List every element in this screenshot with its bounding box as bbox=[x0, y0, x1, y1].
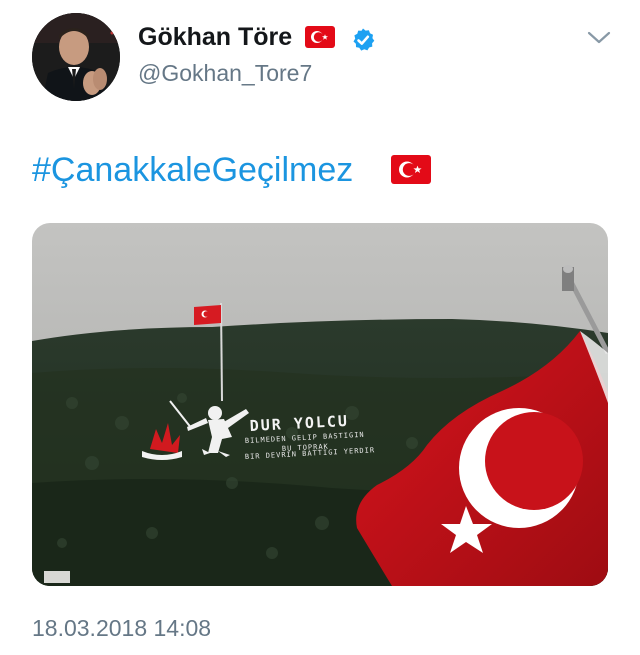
avatar[interactable] bbox=[32, 13, 120, 101]
turkey-flag-icon bbox=[391, 155, 431, 189]
verified-badge-icon bbox=[350, 27, 376, 58]
avatar-image bbox=[32, 13, 120, 101]
chevron-down-icon[interactable] bbox=[586, 30, 612, 51]
author-display-name[interactable]: Gökhan Töre bbox=[138, 22, 292, 52]
tweet-hashtag-link[interactable]: #ÇanakkaleGeçilmez bbox=[32, 150, 353, 190]
author-handle[interactable]: @Gokhan_Tore7 bbox=[138, 59, 312, 87]
tweet-media-photo[interactable]: DUR YOLCU BILMEDEN GELIP BASTIGIN BU TOP… bbox=[32, 223, 608, 586]
canakkale-hillside-image: DUR YOLCU BILMEDEN GELIP BASTIGIN BU TOP… bbox=[32, 223, 608, 586]
turkey-flag-icon bbox=[305, 26, 335, 53]
tweet-timestamp[interactable]: 18.03.2018 14:08 bbox=[32, 614, 211, 642]
